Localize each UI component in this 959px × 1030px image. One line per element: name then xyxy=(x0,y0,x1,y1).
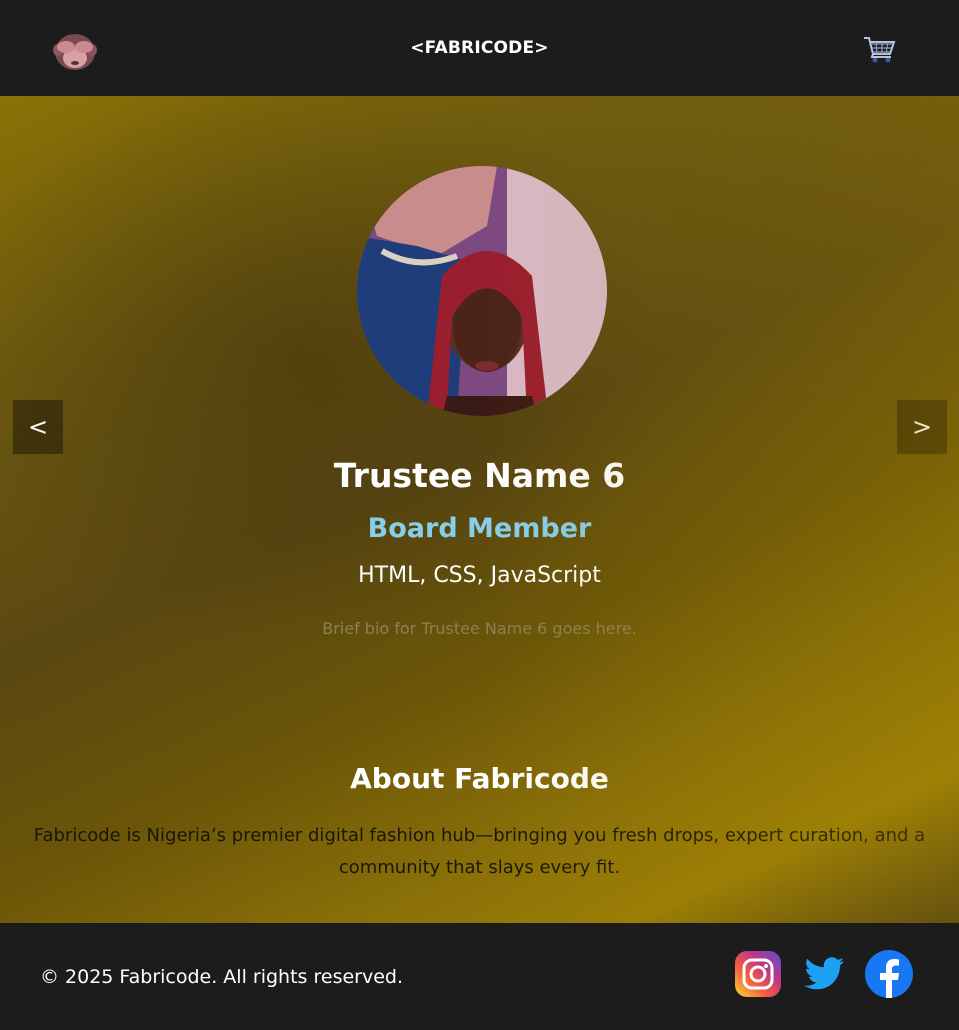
trustee-carousel: < > Trustee Name 6 Board Member HTML, CS… xyxy=(0,96,959,718)
facebook-icon[interactable] xyxy=(865,950,913,998)
about-title: About Fabricode xyxy=(350,762,609,795)
brand-title: <FABRICODE> xyxy=(410,38,549,58)
carousel-prev-button[interactable]: < xyxy=(13,400,63,454)
carousel-next-button[interactable]: > xyxy=(897,400,947,454)
trustee-photo xyxy=(357,166,607,416)
trustee-role: Board Member xyxy=(367,513,592,544)
about-text: Fabricode is Nigeria’s premier digital f… xyxy=(33,825,926,878)
main-content: < > Trustee Name 6 Board Member HTML, CS… xyxy=(0,96,959,923)
trustee-bio: Brief bio for Trustee Name 6 goes here. xyxy=(322,619,637,638)
site-header: <FABRICODE> xyxy=(0,0,959,96)
trustee-name: Trustee Name 6 xyxy=(333,456,626,495)
trustee-skills: HTML, CSS, JavaScript xyxy=(358,563,601,588)
twitter-icon[interactable] xyxy=(800,950,848,998)
copyright-text: © 2025 Fabricode. All rights reserved. xyxy=(40,966,404,988)
site-footer: © 2025 Fabricode. All rights reserved. xyxy=(0,923,959,1030)
shopping-cart-icon[interactable] xyxy=(862,34,896,66)
instagram-icon[interactable] xyxy=(734,950,782,998)
